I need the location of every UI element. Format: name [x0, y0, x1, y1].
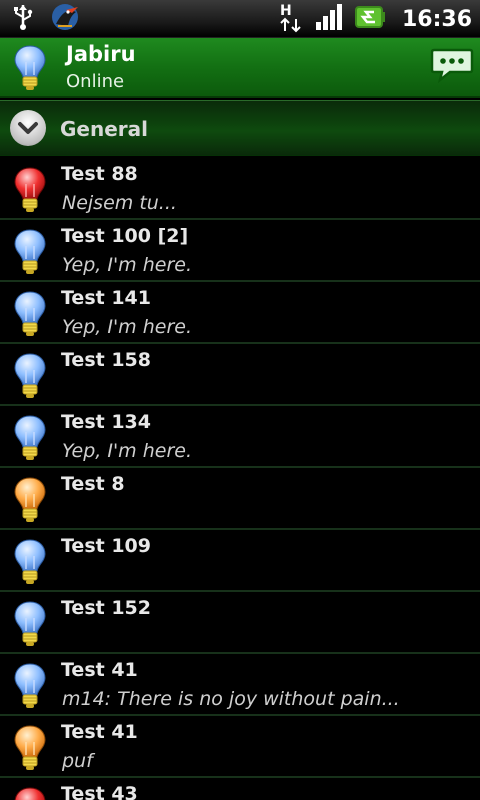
app-bird-icon [48, 2, 82, 36]
status-bulb-blue-icon [12, 600, 48, 652]
contact-row[interactable]: Test 43 [0, 778, 480, 800]
status-bulb-blue-icon [12, 538, 48, 590]
contact-name: Test 8 [61, 473, 125, 495]
chevron-down-icon[interactable] [10, 110, 46, 146]
contact-name: Test 134 [61, 411, 151, 433]
contact-list: Test 88 Nejsem tu... Test 100 [2] Yep, I… [0, 158, 480, 800]
battery-icon [354, 4, 386, 34]
contact-name: Test 43 [61, 783, 138, 800]
status-bulb-blue-icon [12, 414, 48, 466]
contact-status-message: Yep, I'm here. [62, 254, 192, 276]
contact-status-message: Yep, I'm here. [62, 316, 192, 338]
account-name: Jabiru [66, 42, 136, 66]
clock: 16:36 [401, 6, 472, 32]
status-bulb-blue-icon [12, 662, 48, 714]
status-bulb-red-icon [12, 786, 48, 800]
contact-name: Test 88 [61, 163, 138, 185]
contact-row[interactable]: Test 158 [0, 344, 480, 406]
account-status-bulb-icon [12, 44, 48, 96]
contact-status-message: Nejsem tu... [62, 192, 177, 214]
contact-name: Test 41 [61, 721, 138, 743]
network-h-icon: H [278, 1, 304, 37]
account-status: Online [66, 71, 125, 92]
signal-icon [314, 2, 344, 36]
contact-name: Test 41 [61, 659, 138, 681]
chat-bubble-icon[interactable] [430, 46, 474, 86]
contact-row[interactable]: Test 88 Nejsem tu... [0, 158, 480, 220]
contact-row[interactable]: Test 8 [0, 468, 480, 530]
status-bulb-orange-icon [12, 476, 48, 528]
contact-name: Test 109 [61, 535, 151, 557]
contact-row[interactable]: Test 134 Yep, I'm here. [0, 406, 480, 468]
network-label: H [280, 3, 292, 19]
account-header[interactable]: Jabiru Online [0, 38, 480, 98]
contact-row[interactable]: Test 152 [0, 592, 480, 654]
status-bar-left [12, 4, 82, 34]
contact-row[interactable]: Test 100 [2] Yep, I'm here. [0, 220, 480, 282]
contact-row[interactable]: Test 109 [0, 530, 480, 592]
contact-name: Test 152 [61, 597, 151, 619]
status-bar: H 16:36 [0, 0, 480, 38]
status-bulb-blue-icon [12, 352, 48, 404]
status-bulb-orange-icon [12, 724, 48, 776]
contact-status-message: Yep, I'm here. [62, 440, 192, 462]
group-label: General [60, 117, 148, 141]
usb-icon [12, 3, 34, 35]
status-bar-right: H 16:36 [278, 1, 472, 37]
contact-status-message: m14: There is no joy without pain... [62, 688, 400, 710]
contact-name: Test 158 [61, 349, 151, 371]
contact-row[interactable]: Test 41 m14: There is no joy without pai… [0, 654, 480, 716]
contact-name: Test 100 [2] [61, 225, 189, 247]
contact-row[interactable]: Test 141 Yep, I'm here. [0, 282, 480, 344]
status-bulb-red-icon [12, 166, 48, 218]
contact-status-message: puf [62, 750, 93, 772]
contact-row[interactable]: Test 41 puf [0, 716, 480, 778]
status-bulb-blue-icon [12, 228, 48, 280]
contact-name: Test 141 [61, 287, 151, 309]
group-header-general[interactable]: General [0, 100, 480, 156]
status-bulb-blue-icon [12, 290, 48, 342]
